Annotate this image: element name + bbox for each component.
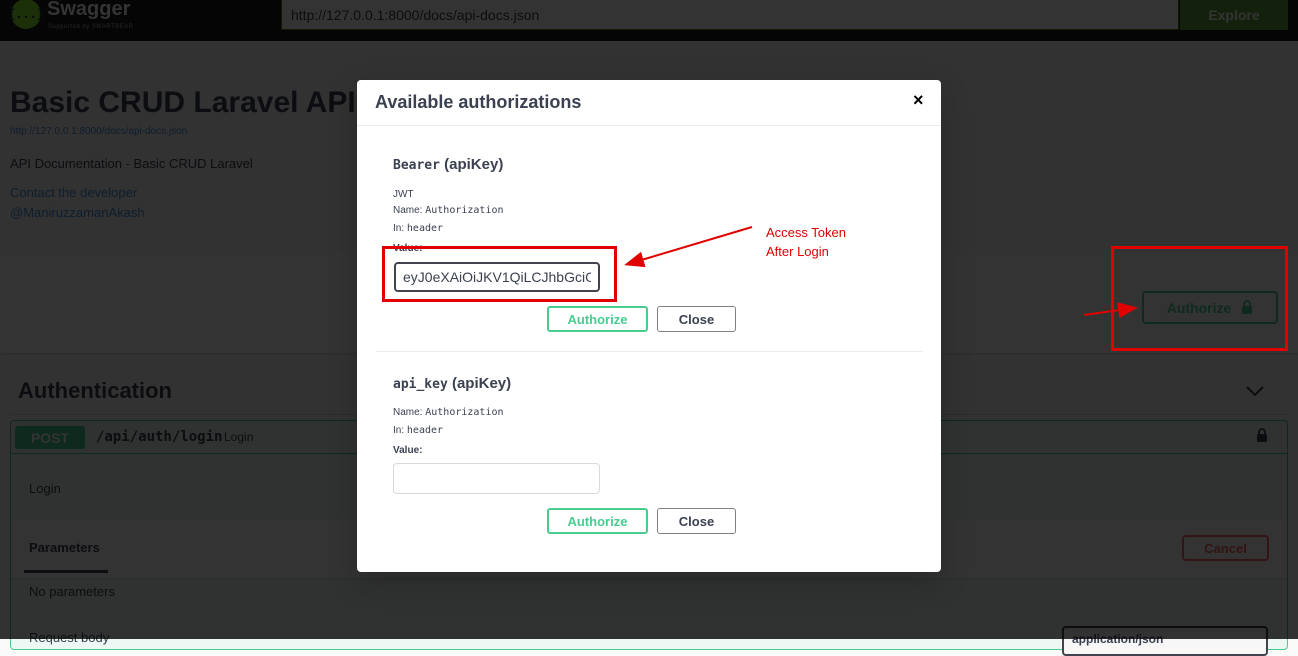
logo-name[interactable]: Swagger (47, 0, 130, 21)
name-label: Name: (393, 205, 423, 216)
name-label: Name: (393, 407, 423, 418)
topbar: {...} Swagger Supported by SMARTBEAR Exp… (0, 0, 1298, 41)
scheme-type: (apiKey) (444, 156, 504, 173)
page-title: Basic CRUD Laravel API (10, 86, 356, 119)
operation-summary[interactable]: Login (224, 430, 253, 444)
scheme-title-api-key: api_key (apiKey) (393, 375, 511, 392)
value-label: Value: (393, 445, 423, 456)
bearer-close-button[interactable]: Close (657, 306, 736, 332)
annotation-text: Access Token After Login (766, 223, 886, 261)
tab-parameters[interactable]: Parameters (29, 540, 100, 555)
scheme-in-row: In: header (393, 223, 443, 234)
scheme-title-bearer: Bearer (apiKey) (393, 156, 503, 173)
api-key-authorize-button[interactable]: Authorize (547, 508, 648, 534)
highlight-authorize-box (1111, 246, 1288, 351)
annotation-line-1: Access Token (766, 225, 846, 240)
no-parameters-text: No parameters (29, 584, 115, 599)
method-badge[interactable]: POST (15, 426, 85, 449)
operation-path[interactable]: /api/auth/login (96, 429, 222, 445)
name-value: Authorization (425, 205, 504, 216)
in-label: In: (393, 425, 405, 436)
api-key-value-input[interactable] (393, 463, 600, 494)
scheme-name: Bearer (393, 158, 440, 173)
author-link[interactable]: @ManiruzzamanAkash (10, 205, 145, 220)
scheme-description: JWT (393, 189, 414, 200)
highlight-token-box (382, 246, 617, 302)
close-icon[interactable]: × (913, 90, 924, 111)
operation-description: Login (29, 481, 61, 496)
api-description: API Documentation - Basic CRUD Laravel (10, 156, 253, 171)
contact-link[interactable]: Contact the developer (10, 185, 137, 200)
logo-sub: Supported by SMARTBEAR (48, 24, 134, 30)
scheme-name-row: Name: Authorization (393, 407, 504, 418)
modal-header: Available authorizations × (357, 80, 941, 126)
scheme-divider (376, 351, 923, 352)
in-value: header (406, 223, 444, 234)
bearer-authorize-button[interactable]: Authorize (547, 306, 648, 332)
scheme-name-row: Name: Authorization (393, 205, 504, 216)
modal-title: Available authorizations (375, 92, 582, 112)
lock-icon[interactable] (1256, 428, 1268, 443)
in-label: In: (393, 223, 405, 234)
annotation-line-2: After Login (766, 244, 829, 259)
explore-button[interactable]: Explore (1180, 0, 1288, 30)
authorizations-modal: Available authorizations × Bearer (apiKe… (357, 80, 941, 572)
cancel-button[interactable]: Cancel (1182, 535, 1269, 561)
tab-underline (24, 570, 108, 573)
scheme-name: api_key (393, 377, 448, 392)
api-key-close-button[interactable]: Close (657, 508, 736, 534)
scheme-type: (apiKey) (451, 375, 512, 392)
scheme-in-row: In: header (393, 425, 443, 436)
section-title[interactable]: Authentication (18, 378, 172, 404)
spec-url-input[interactable] (281, 0, 1179, 30)
request-body-label: Request body (29, 630, 110, 645)
in-value: header (406, 425, 444, 436)
content-type-select[interactable]: application/json (1062, 626, 1268, 656)
name-value: Authorization (425, 407, 504, 418)
swagger-logo-icon[interactable]: {...} (8, 0, 44, 29)
spec-url-link[interactable]: http://127.0.0.1:8000/docs/api-docs.json (10, 126, 187, 137)
chevron-down-icon[interactable] (1245, 384, 1265, 398)
